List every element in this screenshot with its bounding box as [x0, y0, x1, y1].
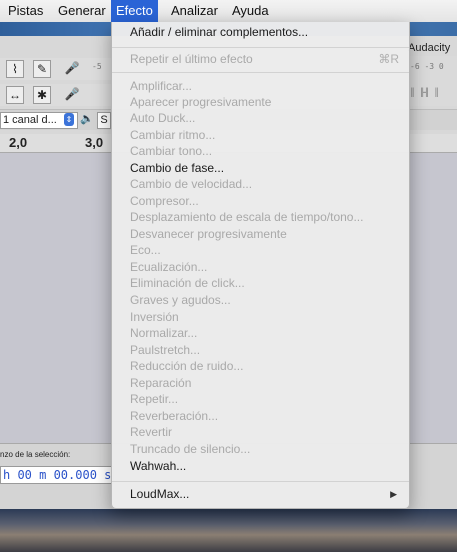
draw-tool-icon[interactable]: ✎: [33, 60, 51, 78]
menu-separator: [112, 72, 409, 73]
menu-item-change-pitch: Cambiar tono...: [112, 143, 409, 159]
menu-item-invert: Inversión: [112, 309, 409, 325]
shortcut-label: ⌘R: [378, 52, 399, 66]
menu-item-label: Repetir el último efecto: [130, 52, 253, 66]
selection-start-label: nzo de la selección:: [0, 450, 71, 459]
selection-start-time[interactable]: h 00 m 00.000 s: [0, 466, 115, 484]
menu-separator: [112, 47, 409, 48]
ruler-label: 2,0: [9, 135, 28, 150]
menu-item-reverse: Revertir: [112, 424, 409, 440]
menu-item-amplify: Amplificar...: [112, 78, 409, 94]
menu-item-sliding-stretch: Desplazamiento de escala de tiempo/tono.…: [112, 209, 409, 225]
menu-item-label: Repetir...: [130, 392, 179, 406]
menu-item-label: Reverberación...: [130, 409, 219, 423]
menu-item-label: Ecualización...: [130, 260, 208, 274]
menu-item-change-speed: Cambio de velocidad...: [112, 176, 409, 192]
menu-item-label: Cambio de velocidad...: [130, 177, 253, 191]
menu-item-label: Reducción de ruido...: [130, 359, 244, 373]
menu-item-label: Cambiar ritmo...: [130, 128, 216, 142]
speaker-icon: 🔈: [80, 113, 94, 125]
menu-item-normalize: Normalizar...: [112, 325, 409, 341]
menu-bar: Pistas Generar Efecto Analizar Ayuda: [0, 0, 457, 23]
menu-item-label: Cambiar tono...: [130, 144, 213, 158]
meter-scale-1: -5: [92, 62, 102, 71]
menu-item-label: Normalizar...: [130, 326, 198, 340]
menu-item-fade-out: Desvanecer progresivamente: [112, 226, 409, 242]
menu-item-wahwah[interactable]: Wahwah...: [112, 458, 409, 474]
menu-item-label: Wahwah...: [130, 459, 187, 473]
playback-meter-icon[interactable]: 🎤: [64, 86, 80, 102]
menu-item-paulstretch: Paulstretch...: [112, 342, 409, 358]
chevron-updown-icon[interactable]: ⇕: [64, 113, 74, 126]
record-meter-icon[interactable]: 🎤: [64, 60, 80, 76]
menu-item-label: Desvanecer progresivamente: [130, 227, 287, 241]
menu-item-label: Aparecer progresivamente: [130, 95, 272, 109]
effect-menu: Añadir / eliminar complementos... Repeti…: [111, 22, 410, 509]
menu-pistas[interactable]: Pistas: [3, 0, 48, 22]
menu-item-label: Añadir / eliminar complementos...: [130, 25, 309, 39]
multi-tool-icon[interactable]: ✱: [33, 86, 51, 104]
menu-item-label: Amplificar...: [130, 79, 193, 93]
ruler-label: 3,0: [85, 135, 104, 150]
menu-item-repair: Reparación: [112, 375, 409, 391]
menu-item-truncate-silence: Truncado de silencio...: [112, 441, 409, 457]
menu-item-change-tempo: Cambiar ritmo...: [112, 127, 409, 143]
menu-item-label: Inversión: [130, 310, 179, 324]
meter-scale-right: -6 -3 0: [410, 62, 444, 71]
menu-efecto[interactable]: Efecto: [111, 0, 158, 22]
menu-item-phaser[interactable]: Cambio de fase...: [112, 160, 409, 176]
menu-item-compressor: Compresor...: [112, 193, 409, 209]
menu-item-reverb: Reverberación...: [112, 408, 409, 424]
menu-item-label: Truncado de silencio...: [130, 442, 251, 456]
menu-item-click-removal: Eliminación de click...: [112, 275, 409, 291]
menu-item-label: LoudMax...: [130, 487, 190, 501]
menu-ayuda[interactable]: Ayuda: [227, 0, 274, 22]
menu-item-label: Auto Duck...: [130, 111, 196, 125]
right-toolbar: -6 -3 0 ║ ╟╢ ║: [406, 56, 457, 106]
menu-item-noise-reduction: Reducción de ruido...: [112, 358, 409, 374]
menu-separator: [112, 481, 409, 482]
menu-item-label: Compresor...: [130, 194, 199, 208]
menu-item-label: Cambio de fase...: [130, 161, 225, 175]
playback-device-select[interactable]: S: [97, 112, 111, 129]
menu-item-add-remove-plugins[interactable]: Añadir / eliminar complementos...: [112, 24, 409, 40]
menu-item-label: Reparación: [130, 376, 192, 390]
menu-item-label: Graves y agudos...: [130, 293, 231, 307]
menu-item-repeat-last-effect: Repetir el último efecto ⌘R: [112, 51, 409, 67]
time-shift-tool-icon[interactable]: ↔: [6, 86, 24, 104]
menu-item-bass-treble: Graves y agudos...: [112, 292, 409, 308]
menu-item-fade-in: Aparecer progresivamente: [112, 94, 409, 110]
menu-analizar[interactable]: Analizar: [166, 0, 223, 22]
desktop-wallpaper: [0, 509, 457, 552]
menu-item-label: Revertir: [130, 425, 173, 439]
envelope-tool-icon[interactable]: ⌇: [6, 60, 24, 78]
menu-item-auto-duck: Auto Duck...: [112, 110, 409, 126]
menu-item-echo: Eco...: [112, 242, 409, 258]
menu-item-label: Desplazamiento de escala de tiempo/tono.…: [130, 210, 364, 224]
menu-item-label: Paulstretch...: [130, 343, 201, 357]
menu-item-repeat: Repetir...: [112, 391, 409, 407]
menu-item-loudmax[interactable]: LoudMax... ▶: [112, 486, 409, 502]
menu-item-equalization: Ecualización...: [112, 259, 409, 275]
menu-item-label: Eco...: [130, 243, 161, 257]
window-title: Audacity: [408, 42, 451, 54]
menu-item-label: Eliminación de click...: [130, 276, 245, 290]
tools-row-2: ↔ ✱ 🎤: [0, 84, 112, 106]
menu-generar[interactable]: Generar: [53, 0, 111, 22]
edit-tools-right: ║ ╟╢ ║: [410, 88, 439, 97]
submenu-arrow-icon: ▶: [390, 489, 397, 499]
